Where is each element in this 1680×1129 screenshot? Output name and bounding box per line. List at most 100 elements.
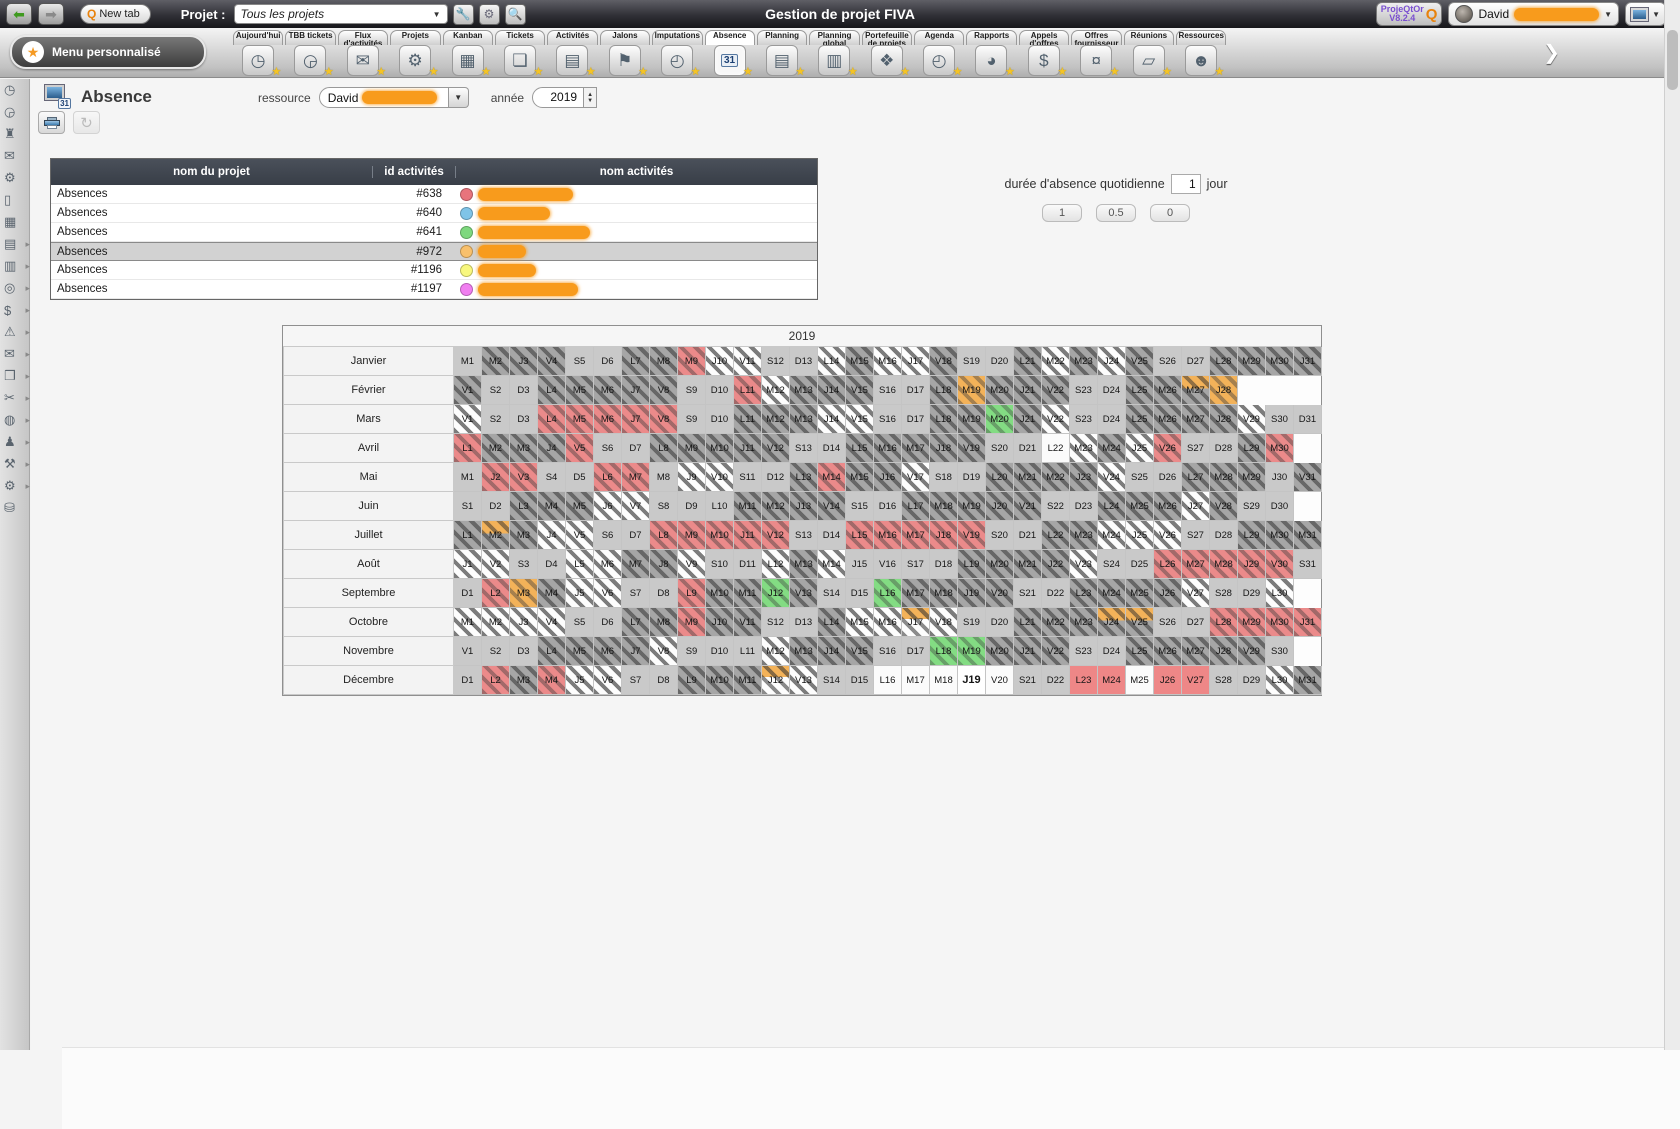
day-cell[interactable]: J21 — [1014, 637, 1042, 666]
day-cell[interactable]: L25 — [1126, 405, 1154, 434]
tab-activities[interactable]: Activités▤★ — [546, 28, 598, 78]
day-cell[interactable]: L30 — [1266, 579, 1294, 608]
expand-arrow-icon[interactable]: ▸ — [25, 283, 30, 294]
day-cell[interactable]: S29 — [1238, 492, 1266, 521]
day-cell[interactable]: M8 — [650, 608, 678, 637]
day-cell[interactable]: L21 — [1014, 608, 1042, 637]
day-cell[interactable]: M19 — [958, 405, 986, 434]
day-cell[interactable]: L20 — [986, 463, 1014, 492]
day-cell[interactable]: M12 — [762, 637, 790, 666]
day-cell[interactable]: S2 — [482, 637, 510, 666]
activity-row[interactable]: Absences#1197 — [51, 280, 817, 299]
day-cell[interactable]: M25 — [1126, 492, 1154, 521]
day-cell[interactable]: S12 — [762, 608, 790, 637]
day-cell[interactable]: L9 — [678, 666, 706, 695]
day-cell[interactable]: L26 — [1154, 550, 1182, 579]
day-cell[interactable]: V15 — [846, 405, 874, 434]
day-cell[interactable]: D22 — [1042, 579, 1070, 608]
day-cell[interactable]: M17 — [902, 434, 930, 463]
day-cell[interactable]: M18 — [930, 492, 958, 521]
day-cell[interactable]: L18 — [930, 376, 958, 405]
day-cell[interactable]: L4 — [538, 376, 566, 405]
day-cell[interactable]: D3 — [510, 405, 538, 434]
day-cell[interactable]: M14 — [818, 550, 846, 579]
duration-input[interactable] — [1171, 174, 1201, 194]
print-button[interactable] — [38, 111, 65, 134]
day-cell[interactable]: S5 — [566, 608, 594, 637]
day-cell[interactable]: M19 — [958, 637, 986, 666]
day-cell[interactable]: M19 — [958, 492, 986, 521]
year-input[interactable]: 2019 — [532, 87, 584, 108]
tab-tbb-tickets[interactable]: TBB tickets◶★ — [284, 28, 336, 78]
day-cell[interactable]: J11 — [734, 434, 762, 463]
day-cell[interactable]: S5 — [566, 347, 594, 376]
day-cell[interactable]: M1 — [454, 463, 482, 492]
day-cell[interactable]: S13 — [790, 521, 818, 550]
day-cell[interactable]: M3 — [510, 579, 538, 608]
day-cell[interactable]: D17 — [902, 376, 930, 405]
day-cell[interactable]: M4 — [538, 492, 566, 521]
tab-reports[interactable]: Rapports◕★ — [965, 28, 1017, 78]
day-cell[interactable]: S27 — [1182, 521, 1210, 550]
day-cell[interactable]: M5 — [566, 492, 594, 521]
day-cell[interactable]: J9 — [678, 463, 706, 492]
day-cell[interactable]: J24 — [1098, 608, 1126, 637]
day-cell[interactable]: L19 — [958, 550, 986, 579]
day-cell[interactable]: S21 — [1014, 666, 1042, 695]
day-cell[interactable]: L1 — [454, 434, 482, 463]
tab-global-planning[interactable]: Planning global▥★ — [808, 28, 860, 78]
day-cell[interactable]: L17 — [902, 492, 930, 521]
day-cell[interactable]: L28 — [1210, 608, 1238, 637]
day-cell[interactable]: M1 — [454, 608, 482, 637]
refresh-button[interactable]: ↻ — [73, 111, 100, 134]
tab-timesheets[interactable]: Imputations◴★ — [651, 28, 703, 78]
day-cell[interactable]: M16 — [874, 347, 902, 376]
expand-arrow-icon[interactable]: ▸ — [25, 305, 30, 316]
day-cell[interactable]: S23 — [1070, 405, 1098, 434]
day-cell[interactable]: L27 — [1182, 463, 1210, 492]
day-cell[interactable]: S16 — [874, 376, 902, 405]
day-cell[interactable]: M16 — [874, 521, 902, 550]
day-cell[interactable]: M5 — [566, 376, 594, 405]
day-cell[interactable]: S19 — [958, 608, 986, 637]
sidebar-item-product-box[interactable]: ❒▸ — [0, 365, 30, 387]
day-cell[interactable]: M24 — [1098, 521, 1126, 550]
sidebar-item-tbb-tickets[interactable]: ◶ — [0, 101, 30, 123]
day-cell[interactable]: S20 — [986, 521, 1014, 550]
day-cell[interactable]: L16 — [874, 579, 902, 608]
day-cell[interactable]: L24 — [1098, 492, 1126, 521]
day-cell[interactable]: S17 — [902, 550, 930, 579]
sidebar-item-wrench[interactable]: ⚒▸ — [0, 453, 30, 475]
day-cell[interactable]: D9 — [678, 492, 706, 521]
day-cell[interactable]: J30 — [1266, 463, 1294, 492]
day-cell[interactable]: M23 — [1070, 347, 1098, 376]
tab-planning[interactable]: Planning▤★ — [756, 28, 808, 78]
day-cell[interactable]: J14 — [818, 405, 846, 434]
activity-row[interactable]: Absences#641 — [51, 223, 817, 242]
day-cell[interactable]: D1 — [454, 666, 482, 695]
day-cell[interactable]: J14 — [818, 637, 846, 666]
day-cell[interactable]: S27 — [1182, 434, 1210, 463]
day-cell[interactable]: M12 — [762, 492, 790, 521]
day-cell[interactable]: V26 — [1154, 434, 1182, 463]
day-cell[interactable]: V18 — [930, 347, 958, 376]
user-menu[interactable]: David ▼ — [1448, 2, 1619, 26]
day-cell[interactable]: D1 — [454, 579, 482, 608]
day-cell[interactable]: M27 — [1182, 405, 1210, 434]
day-cell[interactable]: S14 — [818, 666, 846, 695]
day-cell[interactable]: S25 — [1126, 463, 1154, 492]
expand-arrow-icon[interactable]: ▸ — [25, 415, 30, 426]
day-cell[interactable]: J7 — [622, 405, 650, 434]
tab-kanban[interactable]: Kanban▦★ — [442, 28, 494, 78]
day-cell[interactable]: S3 — [510, 550, 538, 579]
day-cell[interactable]: D24 — [1098, 376, 1126, 405]
day-cell[interactable]: D10 — [706, 376, 734, 405]
day-cell[interactable]: D15 — [846, 666, 874, 695]
day-cell[interactable]: V25 — [1126, 347, 1154, 376]
day-cell[interactable]: D6 — [594, 347, 622, 376]
day-cell[interactable]: M10 — [706, 579, 734, 608]
day-cell[interactable]: M11 — [734, 666, 762, 695]
day-cell[interactable]: D21 — [1014, 434, 1042, 463]
day-cell[interactable]: L8 — [650, 434, 678, 463]
day-cell[interactable]: M11 — [734, 492, 762, 521]
